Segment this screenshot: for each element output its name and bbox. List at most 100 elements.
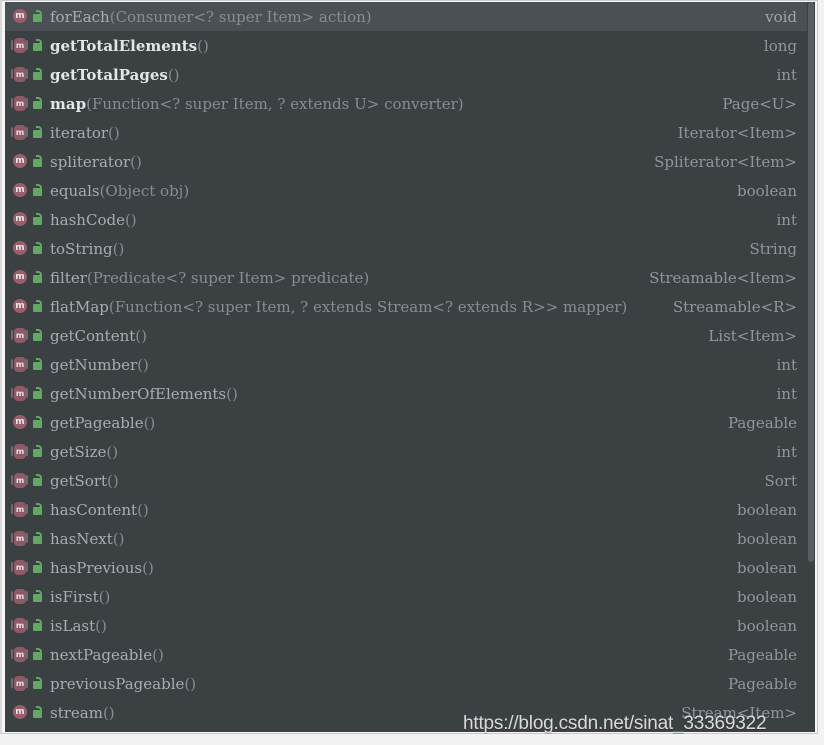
lock-icon	[31, 241, 44, 256]
completion-item[interactable]: m getSort() Sort	[5, 466, 807, 495]
lock-icon	[31, 502, 44, 517]
completion-item[interactable]: m getNumberOfElements() int	[5, 379, 807, 408]
lock-icon	[31, 386, 44, 401]
completion-item-return-type: boolean	[737, 587, 797, 606]
completion-item[interactable]: m nextPageable() Pageable	[5, 640, 807, 669]
completion-item-params: ()	[95, 616, 107, 635]
completion-popup-frame: m forEach(Consumer<? super Item> action) v…	[0, 0, 818, 734]
lock-icon	[31, 38, 44, 53]
completion-item[interactable]: m getNumber() int	[5, 350, 807, 379]
lock-icon	[31, 618, 44, 633]
completion-item[interactable]: m hasNext() boolean	[5, 524, 807, 553]
completion-item-return-type: int	[776, 65, 798, 84]
completion-item[interactable]: m toString() String	[5, 234, 807, 263]
completion-item[interactable]: m getSize() int	[5, 437, 807, 466]
completion-item-return-type: Stream<Item>	[681, 703, 797, 722]
completion-item[interactable]: m getContent() List<Item>	[5, 321, 807, 350]
completion-item-name: spliterator	[50, 152, 131, 171]
completion-item-name: hashCode	[50, 210, 125, 229]
method-icon: m	[11, 617, 28, 634]
completion-item[interactable]: m iterator() Iterator<Item>	[5, 118, 807, 147]
method-icon: m	[11, 588, 28, 605]
completion-item-params: ()	[112, 239, 125, 258]
completion-item-return-type: Sort	[764, 471, 797, 490]
method-icon: m	[11, 472, 28, 489]
lock-icon	[31, 531, 44, 546]
completion-item-name: getNumberOfElements	[50, 384, 227, 403]
method-icon: m	[11, 530, 28, 547]
completion-item[interactable]: m flatMap(Function<? super Item, ? extend…	[5, 292, 807, 321]
lock-icon	[31, 676, 44, 691]
method-icon: m	[11, 298, 28, 315]
completion-item-return-type: Pageable	[727, 645, 797, 664]
completion-item-signature: forEach(Consumer<? super Item> action)	[50, 8, 372, 26]
lock-icon	[31, 183, 44, 198]
completion-item[interactable]: m previousPageable() Pageable	[5, 669, 807, 698]
completion-scrollbar[interactable]	[807, 2, 815, 732]
completion-item[interactable]: m stream() Stream<Item>	[5, 698, 807, 727]
completion-item-params: ()	[184, 674, 197, 693]
completion-item-name: getSort	[50, 471, 108, 490]
completion-item[interactable]: m spliterator() Spliterator<Item>	[5, 147, 807, 176]
method-icon: m	[11, 153, 28, 170]
completion-item[interactable]: m hasContent() boolean	[5, 495, 807, 524]
completion-item-return-type: long	[763, 36, 797, 55]
lock-icon	[31, 299, 44, 314]
completion-item-return-type: int	[776, 355, 798, 374]
lock-icon	[31, 415, 44, 430]
lock-icon	[31, 589, 44, 604]
completion-item-return-type: List<Item>	[708, 326, 797, 345]
lock-icon	[31, 473, 44, 488]
completion-item-signature: hasPrevious()	[50, 559, 154, 577]
completion-item-return-type: boolean	[737, 181, 797, 200]
completion-item[interactable]: m isLast() boolean	[5, 611, 807, 640]
completion-item-signature: map(Function<? super Item, ? extends U> …	[50, 95, 464, 113]
completion-item[interactable]: m getPageable() Pageable	[5, 408, 807, 437]
completion-item[interactable]: m map(Function<? super Item, ? extends U>…	[5, 89, 807, 118]
lock-icon	[31, 705, 44, 720]
lock-icon	[31, 328, 44, 343]
completion-item-return-type: boolean	[737, 500, 797, 519]
completion-item-name: toString	[50, 239, 113, 258]
method-icon: m	[11, 675, 28, 692]
completion-item[interactable]: m filter(Predicate<? super Item> predicat…	[5, 263, 807, 292]
lock-icon	[31, 67, 44, 82]
method-icon: m	[11, 501, 28, 518]
completion-item[interactable]: m hasPrevious() boolean	[5, 553, 807, 582]
completion-item[interactable]: m getTotalElements() long	[5, 31, 807, 60]
completion-item-params: ()	[226, 384, 238, 403]
completion-item-signature: previousPageable()	[50, 675, 196, 693]
completion-item-return-type: Pageable	[727, 674, 797, 693]
completion-item-signature: getSort()	[50, 472, 119, 490]
completion-item[interactable]: m forEach(Consumer<? super Item> action) v…	[5, 2, 807, 31]
completion-item-params: ()	[112, 529, 125, 548]
method-icon: m	[11, 37, 28, 54]
lock-icon	[31, 270, 44, 285]
completion-item[interactable]: m	[5, 727, 807, 732]
completion-item-signature: nextPageable()	[50, 646, 164, 664]
scrollbar-thumb[interactable]	[808, 2, 814, 562]
completion-item-signature: getNumberOfElements()	[50, 385, 238, 403]
completion-item[interactable]: m getTotalPages() int	[5, 60, 807, 89]
method-icon: m	[11, 704, 28, 721]
method-icon: m	[11, 559, 28, 576]
completion-item-params: (Predicate<? super Item> predicate)	[86, 268, 370, 287]
lock-icon	[31, 647, 44, 662]
completion-item-name: getNumber	[50, 355, 138, 374]
completion-item-params: ()	[142, 558, 154, 577]
completion-list[interactable]: m forEach(Consumer<? super Item> action) v…	[5, 2, 807, 732]
completion-item-name: previousPageable	[50, 674, 185, 693]
completion-item-name: getTotalElements	[50, 36, 198, 55]
completion-item-params: ()	[137, 355, 149, 374]
completion-item[interactable]: m isFirst() boolean	[5, 582, 807, 611]
method-icon: m	[11, 269, 28, 286]
completion-item-signature: stream()	[50, 704, 115, 722]
completion-popup[interactable]: m forEach(Consumer<? super Item> action) v…	[5, 2, 815, 732]
completion-item-name: filter	[50, 268, 87, 287]
lock-icon	[31, 96, 44, 111]
completion-item[interactable]: m equals(Object obj) boolean	[5, 176, 807, 205]
lock-icon	[31, 212, 44, 227]
completion-item-name: isFirst	[50, 587, 99, 606]
completion-item-name: nextPageable	[50, 645, 153, 664]
completion-item[interactable]: m hashCode() int	[5, 205, 807, 234]
